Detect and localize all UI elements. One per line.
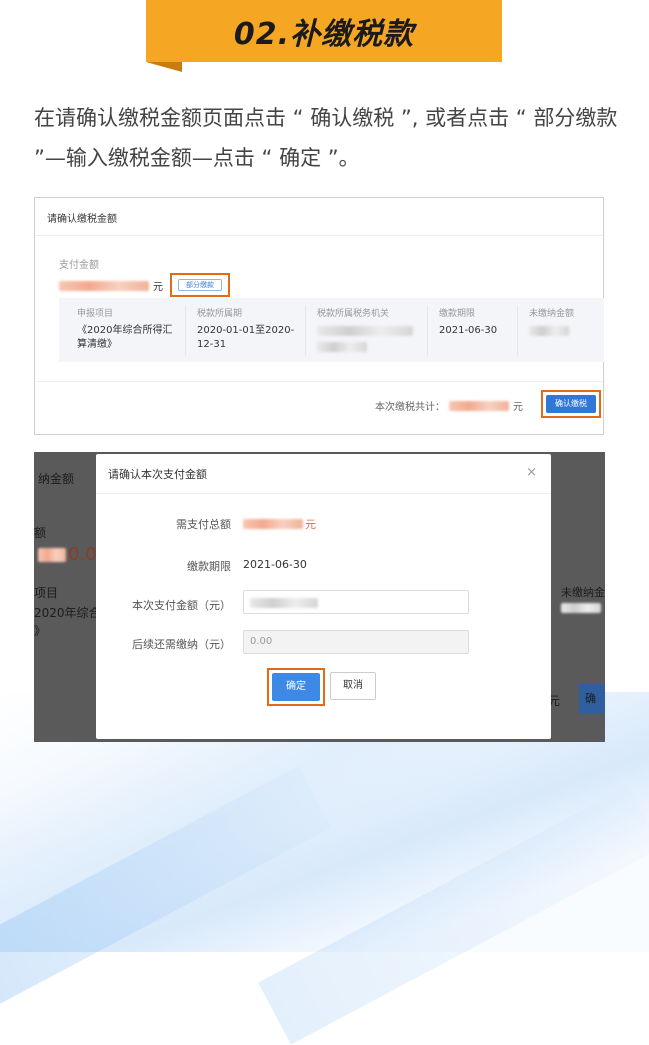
confirm-tax-screenshot: 请确认缴税金额 支付金额 元 部分缴款 申报项目 税款所属期 税款所属税务机关 … bbox=[34, 197, 604, 435]
field-label: 需支付总额 bbox=[176, 518, 231, 531]
cancel-button[interactable]: 取消 bbox=[330, 672, 376, 700]
total-due-value: 元 bbox=[243, 516, 316, 532]
section-title: 02.补缴税款 bbox=[233, 17, 415, 52]
divider bbox=[517, 306, 518, 356]
column-header: 税款所属税务机关 bbox=[317, 309, 390, 319]
confirm-pay-highlight: 确认缴税 bbox=[541, 390, 601, 418]
background-text: 额 bbox=[34, 526, 47, 540]
background-text: 项目 bbox=[34, 586, 59, 600]
tax-detail-table: 申报项目 税款所属期 税款所属税务机关 缴款期限 未缴纳金额 《2020年综合所… bbox=[59, 298, 604, 362]
blurred-total bbox=[449, 400, 509, 411]
pay-amount-input[interactable] bbox=[243, 590, 469, 614]
pay-amount: 元 bbox=[59, 278, 163, 293]
partial-pay-button[interactable]: 部分缴款 bbox=[178, 279, 222, 291]
table-cell-deadline: 2021-06-30 bbox=[439, 325, 498, 336]
background-text: 未缴纳金 bbox=[561, 586, 605, 599]
tax-total: 本次缴税共计： 元 bbox=[375, 398, 523, 413]
table-cell-authority bbox=[317, 324, 421, 352]
banner-fold bbox=[146, 62, 182, 72]
background-amount: 0.0 bbox=[38, 544, 97, 565]
dialog-header: 请确认本次支付金额 × bbox=[96, 454, 551, 494]
background-title: 纳金额 bbox=[38, 472, 75, 486]
divider bbox=[185, 306, 186, 356]
currency-unit: 元 bbox=[153, 282, 163, 293]
divider bbox=[35, 381, 603, 382]
close-icon[interactable]: × bbox=[526, 465, 537, 480]
blurred-input-value bbox=[250, 598, 318, 608]
intro-text: 在请确认缴税金额页面点击 “ 确认缴税 ”, 或者点击 “ 部分缴款 ”—输入缴… bbox=[34, 106, 618, 170]
ok-button[interactable]: 确定 bbox=[272, 673, 320, 701]
divider bbox=[427, 306, 428, 356]
deadline-value: 2021-06-30 bbox=[243, 558, 307, 571]
column-header: 缴款期限 bbox=[439, 309, 476, 319]
field-label: 本次支付金额（元） bbox=[132, 599, 231, 612]
table-cell-project: 《2020年综合所得汇算清缴》 bbox=[77, 325, 173, 350]
divider bbox=[305, 306, 306, 356]
partial-pay-screenshot: 纳金额 额 0.0 项目 2020年综合所 》 未缴纳金 元 确 请确认本次支付… bbox=[34, 452, 605, 742]
background-blur bbox=[561, 602, 605, 614]
confirm-pay-button[interactable]: 确认缴税 bbox=[546, 395, 596, 413]
field-label: 缴款期限 bbox=[187, 560, 231, 573]
total-label: 本次缴税共计： bbox=[375, 402, 445, 413]
background-button: 确 bbox=[579, 684, 605, 714]
table-cell-period: 2020-01-01至2020-12-31 bbox=[197, 325, 295, 350]
column-header: 税款所属期 bbox=[197, 309, 243, 319]
table-cell-unpaid bbox=[529, 324, 569, 336]
field-label: 后续还需缴纳（元） bbox=[132, 638, 231, 651]
remaining-amount-field: 0.00 bbox=[243, 630, 469, 654]
ok-highlight: 确定 bbox=[267, 668, 325, 706]
pay-amount-dialog: 请确认本次支付金额 × 需支付总额 元 缴款期限 2021-06-30 本次支付… bbox=[96, 454, 551, 739]
column-header: 申报项目 bbox=[77, 309, 114, 319]
column-header: 未缴纳金额 bbox=[529, 309, 575, 319]
partial-pay-highlight: 部分缴款 bbox=[170, 273, 230, 297]
background-text: 》 bbox=[34, 624, 47, 638]
panel-title: 请确认缴税金额 bbox=[35, 198, 603, 236]
blurred-amount bbox=[59, 280, 149, 291]
dialog-title: 请确认本次支付金额 bbox=[108, 468, 207, 481]
pay-amount-label: 支付金额 bbox=[59, 260, 99, 271]
currency-unit: 元 bbox=[513, 402, 523, 413]
